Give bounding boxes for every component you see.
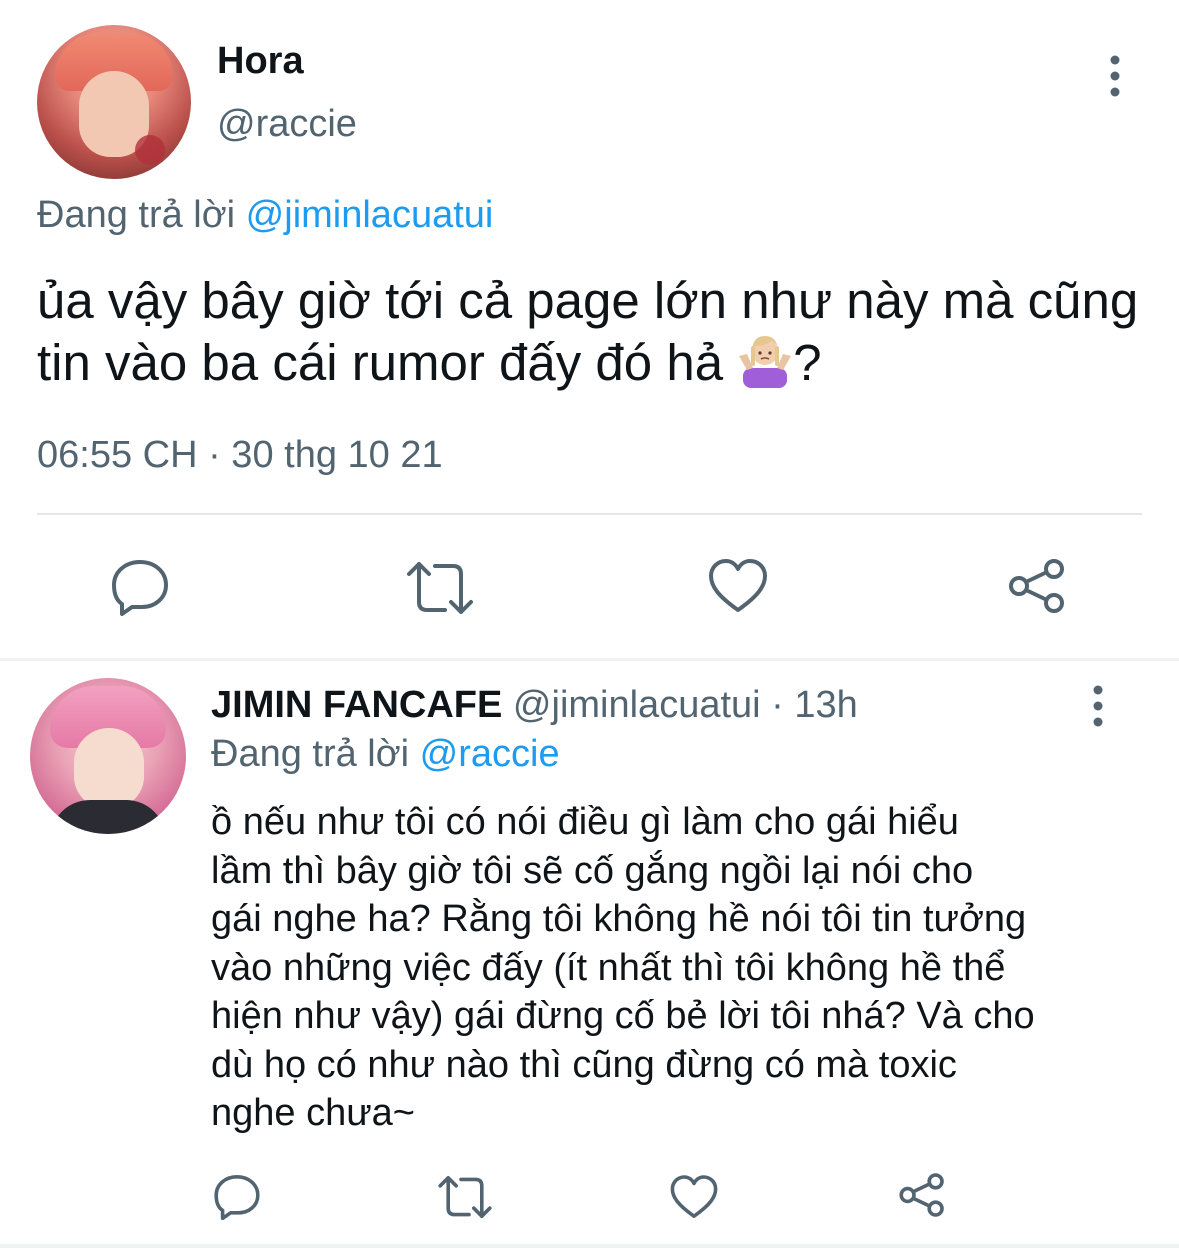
replying-to-link[interactable]: @raccie [420, 733, 560, 775]
person-shrugging-emoji [737, 332, 793, 388]
reply-time-ago[interactable]: · 13h [771, 684, 858, 726]
reply-text-line: nghe chưa~ [211, 1092, 415, 1134]
tweet-thread: Hora @raccie Đang trả lời @jiminlacuatui… [0, 0, 1179, 1248]
reply-text-line: lầm thì bây giờ tôi sẽ cố gắng ngồi lại … [211, 849, 974, 892]
divider [0, 1244, 1179, 1248]
avatar-jacket [50, 800, 166, 834]
tweet-suffix: ? [793, 334, 822, 391]
retweet-icon[interactable] [405, 560, 475, 616]
reply-icon[interactable] [110, 556, 170, 616]
tweet-text: ủa vậy bây giờ tới cả page lớn như này m… [37, 270, 1147, 394]
replying-prefix: Đang trả lời [211, 733, 410, 775]
reply-header: JIMIN FANCAFE @jiminlacuatui · 13h [211, 684, 858, 727]
retweet-icon[interactable] [437, 1174, 493, 1220]
reply-icon[interactable] [213, 1172, 261, 1220]
like-icon[interactable] [670, 1174, 718, 1220]
avatar-hora[interactable] [37, 25, 191, 179]
avatar-face [74, 728, 144, 808]
avatar-tattoo [135, 135, 165, 165]
replying-prefix: Đang trả lời [37, 194, 236, 236]
share-icon[interactable] [898, 1172, 946, 1218]
more-options-icon[interactable] [1095, 52, 1135, 100]
reply-text-line: vào những việc đấy (ít nhất thì tôi khôn… [211, 946, 1006, 989]
divider [37, 513, 1142, 515]
reply-text-line: hiện như vậy) gái đừng cố bẻ lời tôi nhá… [211, 995, 1035, 1037]
tweet-body: ủa vậy bây giờ tới cả page lớn như này m… [37, 272, 1139, 391]
avatar-jimin-fancafe[interactable] [30, 678, 186, 834]
replying-to-line: Đang trả lời @raccie [211, 733, 560, 776]
reply-text-line: ồ nếu như tôi có nói điều gì làm cho gái… [211, 801, 959, 843]
reply-author-handle[interactable]: @jiminlacuatui [513, 684, 761, 726]
reply-author-name[interactable]: JIMIN FANCAFE [211, 684, 502, 726]
reply-text-line: dù họ có như nào thì cũng đừng có mà tox… [211, 1043, 957, 1086]
share-icon[interactable] [1007, 558, 1067, 614]
tweet-timestamp[interactable]: 06:55 CH · 30 thg 10 21 [37, 434, 443, 477]
reply-text-line: gái nghe ha? Rằng tôi không hề nói tôi t… [211, 898, 1027, 940]
replying-to-line: Đang trả lời @jiminlacuatui [37, 194, 493, 237]
replying-to-link[interactable]: @jiminlacuatui [246, 194, 494, 236]
more-options-icon[interactable] [1078, 682, 1118, 730]
reply-text: ồ nếu như tôi có nói điều gì làm cho gái… [211, 798, 1131, 1138]
thread-divider [0, 658, 1179, 661]
like-icon[interactable] [708, 558, 768, 614]
author-handle[interactable]: @raccie [217, 103, 357, 146]
author-name[interactable]: Hora [217, 40, 304, 83]
